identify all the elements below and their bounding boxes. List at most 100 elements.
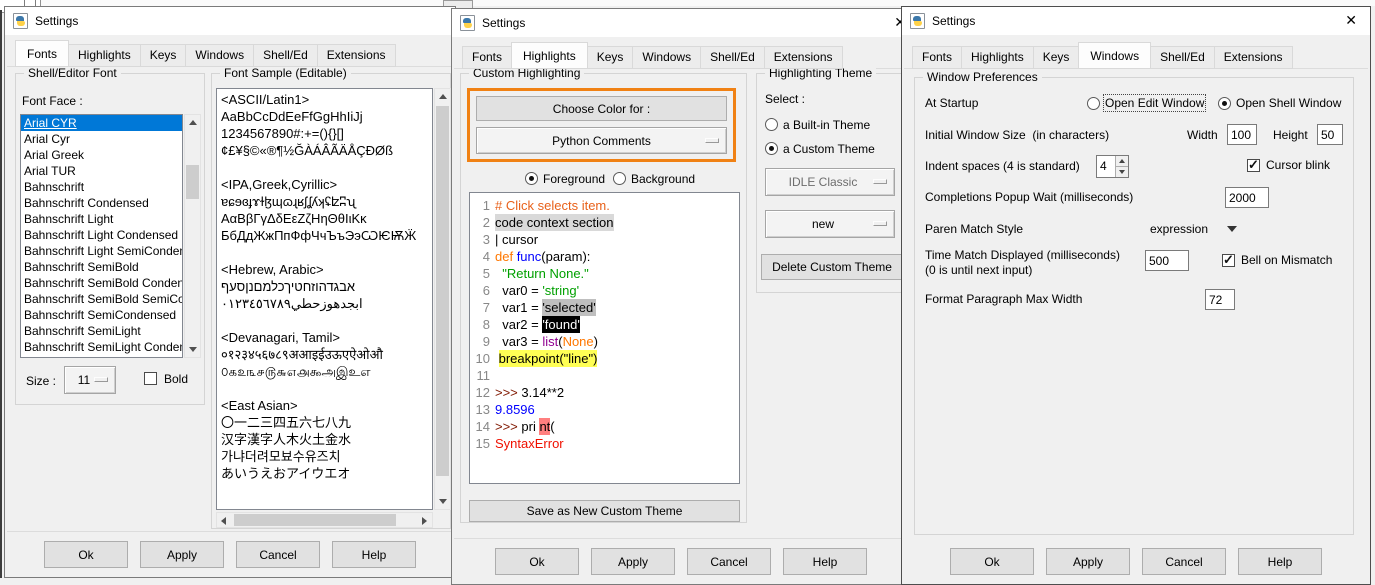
code-segment-keyword[interactable]: None <box>563 333 594 350</box>
help-button[interactable]: Help <box>1238 548 1322 575</box>
highlight-sample-code[interactable]: 1# Click selects item.2code context sect… <box>469 192 740 484</box>
code-segment-plain[interactable]: var2 = <box>495 316 542 333</box>
font-list-item[interactable]: Bahnschrift Condensed <box>21 195 182 211</box>
font-list-item[interactable]: Arial Cyr <box>21 131 182 147</box>
open-shell-window-radio[interactable] <box>1218 97 1231 110</box>
choose-color-button[interactable]: Choose Color for : <box>476 96 727 121</box>
code-segment-plain[interactable]: (param): <box>541 248 590 265</box>
font-face-listbox[interactable]: Arial CYRArial CyrArial GreekArial TURBa… <box>20 114 183 358</box>
code-segment-definition[interactable]: func <box>517 248 542 265</box>
apply-button[interactable]: Apply <box>591 548 675 575</box>
custom-theme-radio[interactable] <box>765 142 778 155</box>
titlebar[interactable]: Settings ✕ <box>902 7 1370 35</box>
code-segment-hit[interactable]: 'found' <box>542 316 580 333</box>
builtin-theme-dropdown[interactable]: IDLE Classic <box>765 168 895 196</box>
delete-custom-theme-button[interactable]: Delete Custom Theme <box>761 254 903 280</box>
cancel-button[interactable]: Cancel <box>236 541 320 568</box>
scroll-down-button[interactable] <box>185 342 200 357</box>
bell-on-mismatch-checkbox[interactable] <box>1222 254 1235 267</box>
ok-button[interactable]: Ok <box>950 548 1034 575</box>
code-line[interactable]: 9 var3 = list(None) <box>472 333 737 350</box>
apply-button[interactable]: Apply <box>140 541 224 568</box>
tab-fonts[interactable]: Fonts <box>912 46 962 69</box>
scroll-left-button[interactable] <box>217 513 232 527</box>
font-list-item[interactable]: Bahnschrift Light <box>21 211 182 227</box>
cancel-button[interactable]: Cancel <box>687 548 771 575</box>
highlight-target-dropdown[interactable]: Python Comments <box>476 127 727 154</box>
code-line[interactable]: 8 var2 = 'found' <box>472 316 737 333</box>
scroll-down-button[interactable] <box>435 494 450 509</box>
custom-theme-dropdown[interactable]: new <box>765 210 895 238</box>
tab-windows[interactable]: Windows <box>185 44 254 67</box>
font-list-item[interactable]: Bahnschrift Light Condensed <box>21 227 182 243</box>
code-line[interactable]: 15SyntaxError <box>472 435 737 452</box>
font-list-item[interactable]: Bahnschrift SemiBold <box>21 259 182 275</box>
code-segment-plain[interactable]: var1 = <box>495 299 542 316</box>
font-size-dropdown[interactable]: 11 <box>64 366 116 394</box>
code-line[interactable]: 14>>> pri nt( <box>472 418 737 435</box>
scroll-thumb[interactable] <box>436 106 449 476</box>
code-segment-plain[interactable]: ( <box>550 418 554 435</box>
code-segment-plain[interactable]: var3 = <box>495 333 542 350</box>
save-custom-theme-button[interactable]: Save as New Custom Theme <box>469 500 740 522</box>
tab-highlights[interactable]: Highlights <box>68 44 141 67</box>
scroll-right-button[interactable] <box>417 513 432 527</box>
code-line[interactable]: 11 <box>472 367 737 384</box>
open-edit-window-label[interactable]: Open Edit Window <box>1105 96 1204 110</box>
code-segment-plain[interactable]: 3.14**2 <box>518 384 564 401</box>
paren-match-style-value[interactable]: expression <box>1150 222 1208 236</box>
font-list-item[interactable]: Bahnschrift SemiBold Condensed <box>21 275 182 291</box>
code-segment-plain[interactable]: pri <box>518 418 540 435</box>
titlebar[interactable]: Settings <box>5 7 455 35</box>
font-list-item[interactable]: Bahnschrift <box>21 179 182 195</box>
scroll-up-button[interactable] <box>185 115 200 130</box>
help-button[interactable]: Help <box>332 541 416 568</box>
code-segment-error[interactable]: nt <box>539 418 550 435</box>
indent-spaces-spinner[interactable]: 4 <box>1096 155 1129 178</box>
titlebar[interactable]: Settings ✕ <box>452 9 910 37</box>
tab-keys[interactable]: Keys <box>1033 46 1080 69</box>
width-input[interactable] <box>1227 124 1257 145</box>
tab-keys[interactable]: Keys <box>587 46 634 69</box>
scroll-up-button[interactable] <box>435 89 450 104</box>
font-list-item[interactable]: Arial TUR <box>21 163 182 179</box>
sample-vscrollbar[interactable] <box>434 88 451 510</box>
tab-fonts[interactable]: Fonts <box>462 46 512 69</box>
tab-extensions[interactable]: Extensions <box>317 44 396 67</box>
code-line[interactable]: 10 breakpoint("line") <box>472 350 737 367</box>
chevron-down-icon[interactable] <box>1227 226 1237 232</box>
code-segment-plain[interactable]: | cursor <box>495 231 538 248</box>
font-list-item[interactable]: Bahnschrift SemiBold SemiCondensed <box>21 291 182 307</box>
code-line[interactable]: 2code context section <box>472 214 737 231</box>
code-line[interactable]: 5 "Return None." <box>472 265 737 282</box>
tab-shell-ed[interactable]: Shell/Ed <box>253 44 318 67</box>
code-line[interactable]: 1# Click selects item. <box>472 197 737 214</box>
tab-highlights[interactable]: Highlights <box>961 46 1034 69</box>
font-list-item[interactable]: Bahnschrift SemiLight <box>21 323 182 339</box>
code-segment-string[interactable]: 'string' <box>542 282 579 299</box>
cancel-button[interactable]: Cancel <box>1142 548 1226 575</box>
code-line[interactable]: 139.8596 <box>472 401 737 418</box>
bold-checkbox[interactable] <box>144 372 157 385</box>
font-list-item[interactable]: Bahnschrift SemiCondensed <box>21 307 182 323</box>
open-edit-window-radio[interactable] <box>1087 97 1100 110</box>
apply-button[interactable]: Apply <box>1046 548 1130 575</box>
cursor-blink-checkbox[interactable] <box>1247 159 1260 172</box>
code-line[interactable]: 4def func(param): <box>472 248 737 265</box>
tab-windows[interactable]: Windows <box>632 46 701 69</box>
sample-hscrollbar[interactable] <box>216 512 433 528</box>
tab-fonts[interactable]: Fonts <box>15 40 69 67</box>
close-icon[interactable]: ✕ <box>1345 12 1357 28</box>
font-list-item[interactable]: Arial CYR <box>21 115 182 131</box>
code-line[interactable]: 12>>> 3.14**2 <box>472 384 737 401</box>
code-segment-context[interactable]: code context section <box>495 214 614 231</box>
font-list-item[interactable]: Bahnschrift Light SemiCondensed <box>21 243 182 259</box>
code-segment-select[interactable]: 'selected' <box>542 299 595 316</box>
builtin-theme-radio[interactable] <box>765 118 778 131</box>
tab-shell-ed[interactable]: Shell/Ed <box>700 46 765 69</box>
format-paragraph-input[interactable] <box>1205 289 1235 310</box>
font-sample-text[interactable]: <ASCII/Latin1> AaBbCcDdEeFfGgHhIiJj 1234… <box>216 88 433 510</box>
tab-highlights[interactable]: Highlights <box>511 42 588 69</box>
code-segment-plain[interactable]: ) <box>594 333 598 350</box>
code-line[interactable]: 7 var1 = 'selected' <box>472 299 737 316</box>
